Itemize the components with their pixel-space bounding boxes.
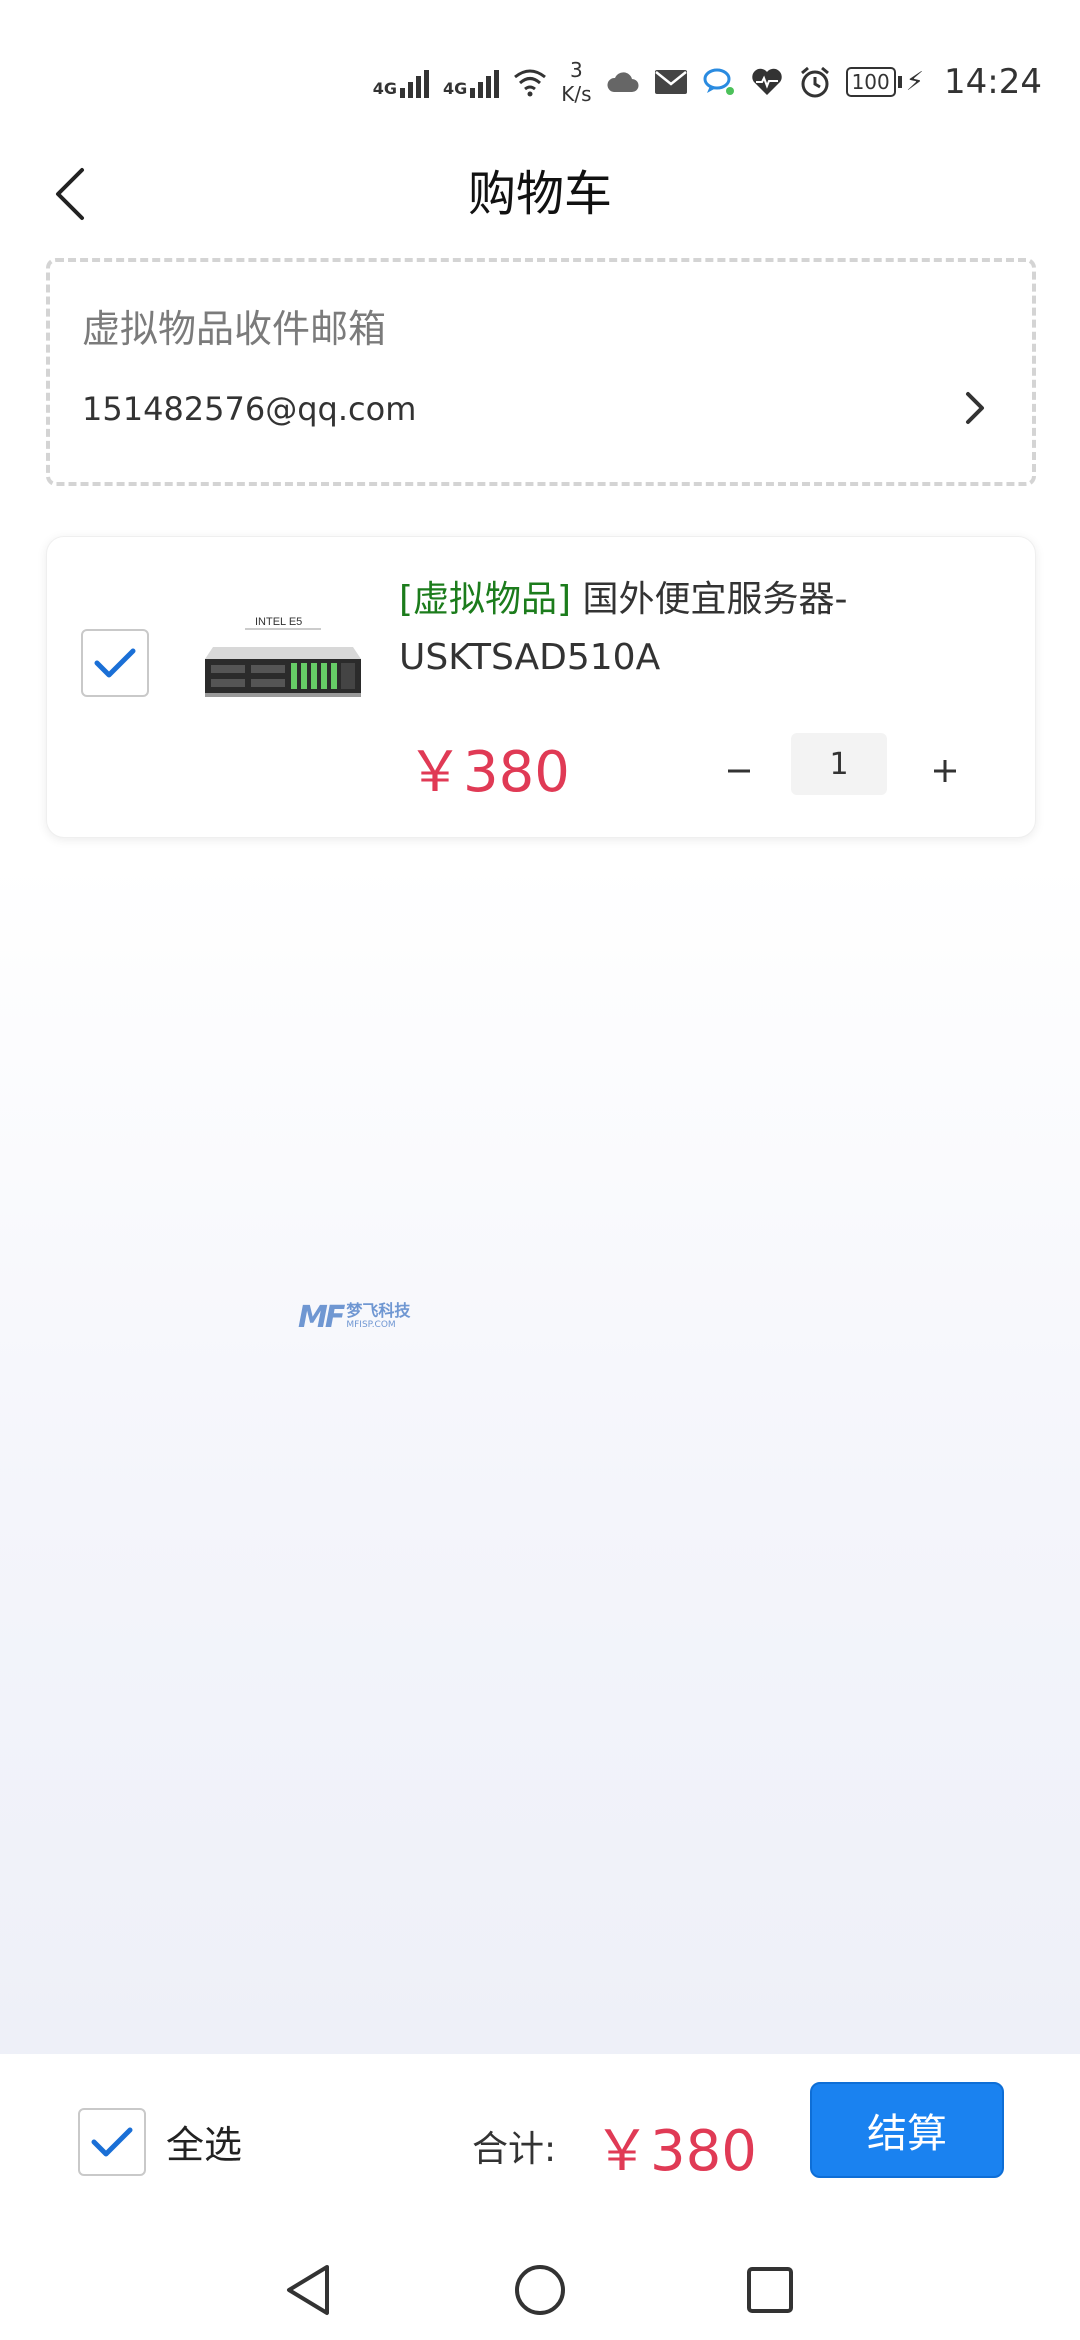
signal-1: 4G	[372, 66, 430, 98]
network-speed-value: 3	[570, 58, 583, 82]
checkmark-icon	[91, 2127, 133, 2157]
checkout-button[interactable]: 结算	[810, 2082, 1004, 2178]
total-label: 合计:	[472, 2129, 557, 2170]
system-nav-bar	[0, 2240, 1080, 2340]
email-value: 151482576@qq.com	[82, 390, 417, 428]
total-price: ￥380	[594, 2119, 757, 2184]
header: 购物车	[0, 150, 1080, 240]
increase-quantity-button[interactable]	[915, 741, 975, 801]
status-time: 14:24	[944, 62, 1042, 102]
email-section-label: 虚拟物品收件邮箱	[82, 307, 387, 351]
watermark-cn: 梦飞科技	[346, 1300, 411, 1320]
wifi-icon	[513, 65, 547, 99]
decrease-quantity-button[interactable]	[709, 741, 769, 801]
signal-2: 4G	[443, 66, 500, 98]
signal-bars-icon	[470, 66, 500, 98]
product-image[interactable]: INTEL E5	[195, 607, 371, 727]
network-type-2: 4G	[443, 79, 468, 98]
battery-level: 100	[845, 67, 896, 97]
watermark-logo: MF	[298, 1300, 345, 1335]
checkmark-icon	[94, 648, 136, 678]
product-price: ￥380	[407, 740, 570, 805]
network-speed: 3 K/s	[561, 58, 591, 106]
product-title[interactable]: [虚拟物品] 国外便宜服务器-USKTSAD510A	[399, 571, 999, 687]
chevron-right-icon	[966, 392, 984, 424]
nav-home-button[interactable]	[510, 2260, 570, 2320]
triangle-back-icon	[287, 2265, 329, 2315]
cart-item: INTEL E5 [虚拟物品] 国外便宜服务器-USKTSAD510A ￥380…	[46, 536, 1036, 838]
plus-icon	[934, 760, 956, 782]
status-bar: 4G 4G 3 K/s 100 ⚡ 14:24	[0, 0, 1080, 150]
alarm-icon	[798, 65, 832, 99]
minus-icon	[728, 769, 750, 773]
checkout-bar: 全选 合计: ￥380 结算	[0, 2054, 1080, 2240]
network-type-1: 4G	[372, 79, 398, 98]
battery-icon: 100 ⚡	[845, 67, 924, 97]
chat-icon	[702, 65, 736, 99]
signal-bars-icon	[400, 66, 430, 98]
cloud-icon	[606, 65, 640, 99]
network-speed-unit: K/s	[561, 82, 592, 106]
nav-recents-button[interactable]	[740, 2260, 800, 2320]
product-tag: [虚拟物品]	[399, 579, 572, 620]
quantity-input[interactable]: 1	[791, 733, 887, 795]
heart-rate-icon	[750, 65, 784, 99]
product-image-label: INTEL E5	[255, 616, 302, 628]
select-all-label[interactable]: 全选	[166, 2114, 242, 2169]
watermark: MF 梦飞科技 MFISP.COM	[298, 1300, 410, 1335]
mail-icon	[654, 65, 688, 99]
watermark-en: MFISP.COM	[346, 1319, 396, 1330]
nav-back-button[interactable]	[278, 2260, 338, 2320]
square-recents-icon	[747, 2267, 793, 2313]
page-title: 购物车	[467, 166, 612, 222]
circle-home-icon	[515, 2265, 565, 2315]
select-all-checkbox[interactable]	[78, 2108, 146, 2176]
item-checkbox[interactable]	[81, 629, 149, 697]
email-section[interactable]: 虚拟物品收件邮箱 151482576@qq.com	[46, 258, 1036, 486]
